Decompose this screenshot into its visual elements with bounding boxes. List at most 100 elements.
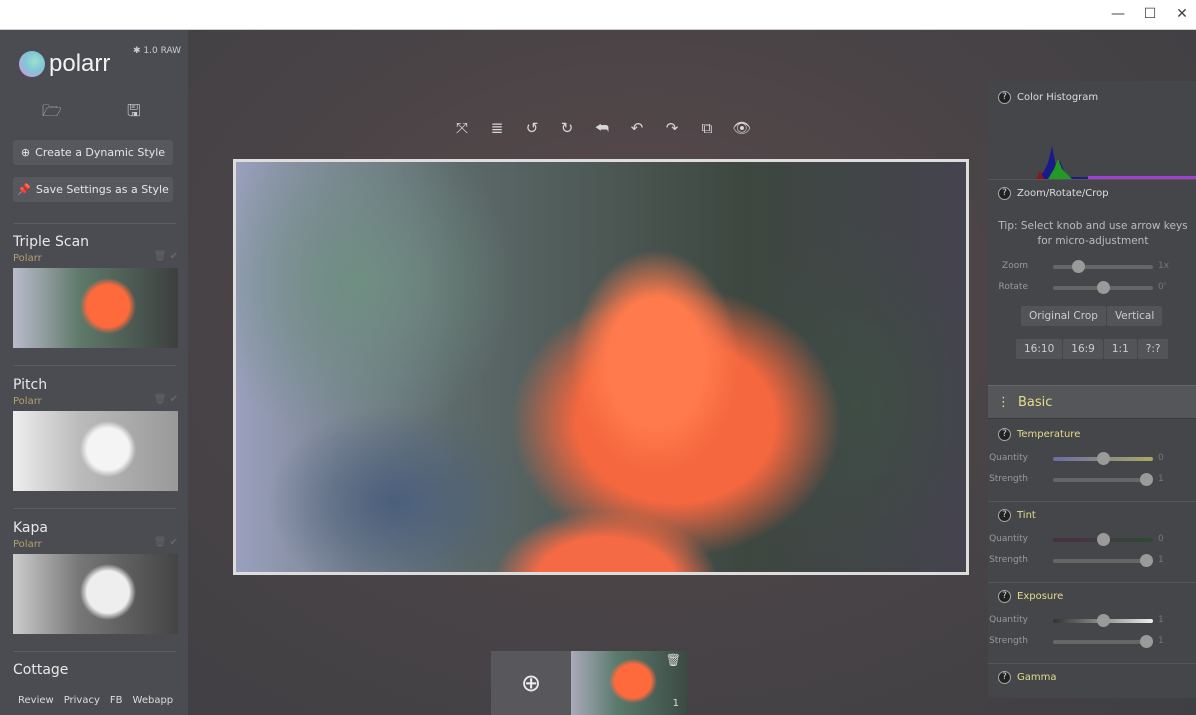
rotate-slider[interactable] xyxy=(1053,281,1153,294)
tint-strength-slider[interactable] xyxy=(1053,554,1153,567)
fullscreen-icon[interactable]: ⤧ xyxy=(452,118,472,138)
check-icon[interactable]: ✔ xyxy=(170,537,178,548)
style-item[interactable]: Cottage xyxy=(13,662,178,678)
style-name: Triple Scan xyxy=(13,234,90,250)
footer-links: Review Privacy FB Webapp xyxy=(18,695,173,706)
maximize-button[interactable]: ☐ xyxy=(1140,4,1160,24)
original-crop-button[interactable]: Original Crop xyxy=(1021,306,1106,326)
strength-slider-row: Strength 1 xyxy=(988,473,1196,487)
redo-icon[interactable]: ↷ xyxy=(662,118,682,138)
basic-section-header[interactable]: ⋮ Basic xyxy=(988,385,1196,419)
style-item[interactable]: Pitch Polarr 🗑 ✔ xyxy=(13,377,178,491)
quantity-slider-row: Quantity 0 xyxy=(988,452,1196,466)
exposure-strength-slider[interactable] xyxy=(1053,635,1153,648)
slider-knob[interactable] xyxy=(1140,635,1153,648)
fb-link[interactable]: FB xyxy=(110,695,123,706)
style-item[interactable]: Triple Scan Polarr 🗑 ✔ xyxy=(13,234,178,348)
privacy-link[interactable]: Privacy xyxy=(64,695,100,706)
check-icon[interactable]: ✔ xyxy=(170,394,178,405)
check-icon[interactable]: ✔ xyxy=(170,251,178,262)
adjust-title: Tint xyxy=(1017,510,1036,521)
divider xyxy=(988,663,1196,664)
slider-value: 0 xyxy=(1158,453,1164,463)
align-icon[interactable]: ≣ xyxy=(487,118,507,138)
folder-open-icon[interactable]: 🗁 xyxy=(42,100,62,127)
divider xyxy=(988,179,1196,180)
slider-value: 1 xyxy=(1158,474,1164,484)
help-icon[interactable]: ? xyxy=(998,187,1011,200)
help-icon[interactable]: ? xyxy=(998,509,1011,522)
help-icon[interactable]: ? xyxy=(998,428,1011,441)
save-style-label: Save Settings as a Style xyxy=(35,183,169,196)
trash-icon[interactable]: 🗑 xyxy=(666,653,681,667)
divider xyxy=(988,582,1196,583)
ratio-1-1-button[interactable]: 1:1 xyxy=(1103,339,1137,359)
slider-value: 0 xyxy=(1158,534,1164,544)
adjust-header-temperature: ? Temperature xyxy=(998,428,1080,441)
slider-knob[interactable] xyxy=(1097,452,1110,465)
photo-canvas[interactable] xyxy=(233,159,969,575)
slider-label: Zoom xyxy=(1002,261,1028,271)
slider-label: Strength xyxy=(989,636,1028,646)
divider xyxy=(13,365,176,366)
close-button[interactable]: ✕ xyxy=(1172,4,1192,24)
slider-knob[interactable] xyxy=(1140,473,1153,486)
divider xyxy=(988,501,1196,502)
adjust-title: Temperature xyxy=(1017,429,1081,440)
webapp-link[interactable]: Webapp xyxy=(133,695,174,706)
style-actions: 🗑 ✔ xyxy=(154,394,178,405)
ratio-16-9-button[interactable]: 16:9 xyxy=(1063,339,1103,359)
histogram-title: Color Histogram xyxy=(1017,92,1099,103)
help-icon[interactable]: ? xyxy=(998,91,1011,104)
drag-handle-icon: ⋮ xyxy=(997,394,1010,410)
create-dynamic-style-button[interactable]: ⊕ Create a Dynamic Style xyxy=(13,140,173,165)
save-settings-style-button[interactable]: 📌 Save Settings as a Style xyxy=(13,177,173,202)
version-label: ✱ 1.0 RAW xyxy=(133,46,181,56)
slider-knob[interactable] xyxy=(1072,260,1085,273)
save-icon[interactable]: 🖫 xyxy=(127,100,141,127)
style-actions: 🗑 ✔ xyxy=(154,251,178,262)
style-thumbnail[interactable] xyxy=(13,411,178,491)
basic-title: Basic xyxy=(1018,394,1053,410)
ratio-16-10-button[interactable]: 16:10 xyxy=(1016,339,1063,359)
trash-icon[interactable]: 🗑 xyxy=(154,394,167,405)
vertical-button[interactable]: Vertical xyxy=(1106,306,1163,326)
slider-knob[interactable] xyxy=(1097,533,1110,546)
undo-icon[interactable]: ↶ xyxy=(627,118,647,138)
rotate-left-icon[interactable]: ↺ xyxy=(522,118,542,138)
zoom-slider-row: Zoom 1x xyxy=(988,260,1196,274)
slider-value: 1x xyxy=(1158,261,1170,271)
histogram-header: ? Color Histogram xyxy=(998,91,1098,104)
ratio-custom-button[interactable]: ?:? xyxy=(1137,339,1169,359)
rotate-right-icon[interactable]: ↻ xyxy=(557,118,577,138)
image-count: 1 xyxy=(672,698,679,709)
trash-icon[interactable]: 🗑 xyxy=(154,537,167,548)
temperature-strength-slider[interactable] xyxy=(1053,473,1153,486)
divider xyxy=(13,651,176,652)
help-icon[interactable]: ? xyxy=(998,590,1011,603)
crop-header: ? Zoom/Rotate/Crop xyxy=(998,187,1109,200)
slider-label: Quantity xyxy=(989,615,1028,625)
tint-quantity-slider[interactable] xyxy=(1053,533,1153,546)
undo-all-icon[interactable]: ⮪ xyxy=(592,118,612,138)
add-image-button[interactable]: ⊕ xyxy=(511,669,551,709)
slider-knob[interactable] xyxy=(1097,614,1110,627)
filmstrip-thumbnail[interactable]: 🗑 1 xyxy=(571,651,687,715)
strength-slider-row: Strength 1 xyxy=(988,554,1196,568)
minimize-button[interactable]: — xyxy=(1108,4,1128,24)
style-thumbnail[interactable] xyxy=(13,554,178,634)
zoom-slider[interactable] xyxy=(1053,260,1153,273)
slider-knob[interactable] xyxy=(1097,281,1110,294)
compare-icon[interactable]: ⧉ xyxy=(697,118,717,138)
temperature-quantity-slider[interactable] xyxy=(1053,452,1153,465)
style-thumbnail[interactable] xyxy=(13,268,178,348)
help-icon[interactable]: ? xyxy=(998,671,1011,684)
exposure-quantity-slider[interactable] xyxy=(1053,614,1153,627)
slider-label: Quantity xyxy=(989,534,1028,544)
trash-icon[interactable]: 🗑 xyxy=(154,251,167,262)
crop-title: Zoom/Rotate/Crop xyxy=(1017,188,1109,199)
slider-knob[interactable] xyxy=(1140,554,1153,567)
review-link[interactable]: Review xyxy=(18,695,54,706)
preview-eye-icon[interactable]: 👁 xyxy=(732,118,752,138)
style-item[interactable]: Kapa Polarr 🗑 ✔ xyxy=(13,520,178,634)
